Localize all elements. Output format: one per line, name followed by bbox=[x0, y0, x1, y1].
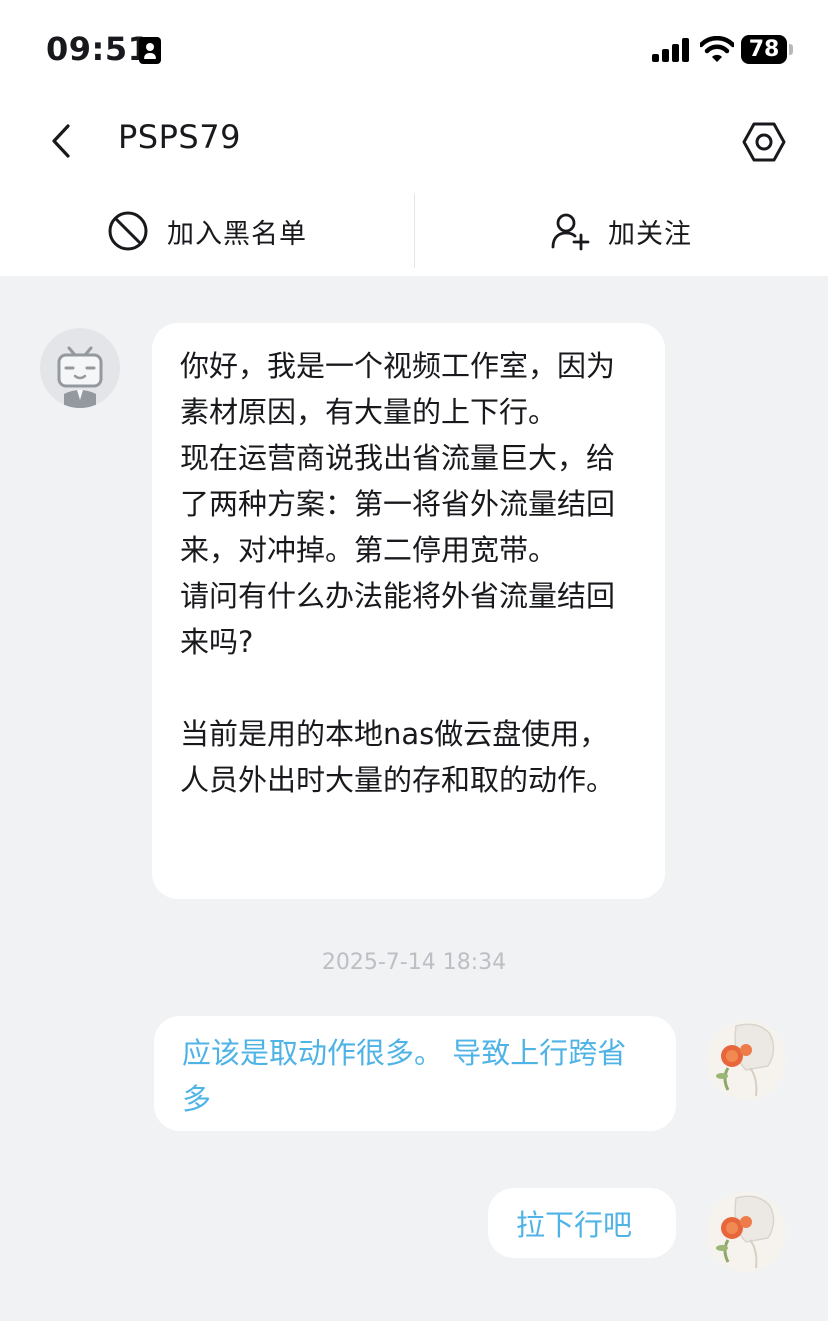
contact-card-icon bbox=[139, 37, 161, 64]
battery-tip bbox=[789, 44, 793, 55]
blacklist-label: 加入黑名单 bbox=[167, 218, 307, 250]
add-to-blacklist-button[interactable]: 加入黑名单 bbox=[107, 186, 307, 276]
block-icon bbox=[108, 211, 148, 251]
action-divider bbox=[414, 194, 415, 268]
back-arrow-icon[interactable] bbox=[44, 122, 78, 160]
message-timestamp: 2025-7-14 18:34 bbox=[321, 950, 507, 975]
settings-hexagon-icon[interactable] bbox=[742, 120, 786, 164]
add-user-icon bbox=[551, 213, 590, 251]
tv-mascot-avatar-icon bbox=[40, 328, 120, 408]
my-avatar[interactable] bbox=[706, 1020, 786, 1100]
chat-header: PSPS79 bbox=[0, 96, 828, 186]
incoming-message-bubble: 你好，我是一个视频工作室，因为素材原因，有大量的上下行。 现在运营商说我出省流量… bbox=[152, 323, 665, 899]
action-bar: 加入黑名单 加关注 bbox=[0, 186, 828, 276]
sender-avatar[interactable] bbox=[40, 328, 120, 408]
follow-button[interactable]: 加关注 bbox=[550, 186, 692, 276]
flower-portrait-avatar-icon bbox=[706, 1020, 786, 1100]
flower-portrait-avatar-icon bbox=[706, 1192, 786, 1272]
cellular-signal-icon bbox=[652, 38, 692, 62]
chat-title: PSPS79 bbox=[118, 118, 241, 156]
status-bar: 09:51 78 bbox=[0, 0, 828, 96]
status-time: 09:51 bbox=[46, 30, 151, 68]
outgoing-message-bubble: 应该是取动作很多。 导致上行跨省多 bbox=[154, 1016, 676, 1131]
follow-label: 加关注 bbox=[608, 218, 692, 250]
battery-indicator: 78 bbox=[741, 35, 787, 64]
outgoing-message-bubble: 拉下行吧 bbox=[488, 1188, 676, 1258]
my-avatar[interactable] bbox=[706, 1192, 786, 1272]
wifi-icon bbox=[700, 36, 734, 62]
